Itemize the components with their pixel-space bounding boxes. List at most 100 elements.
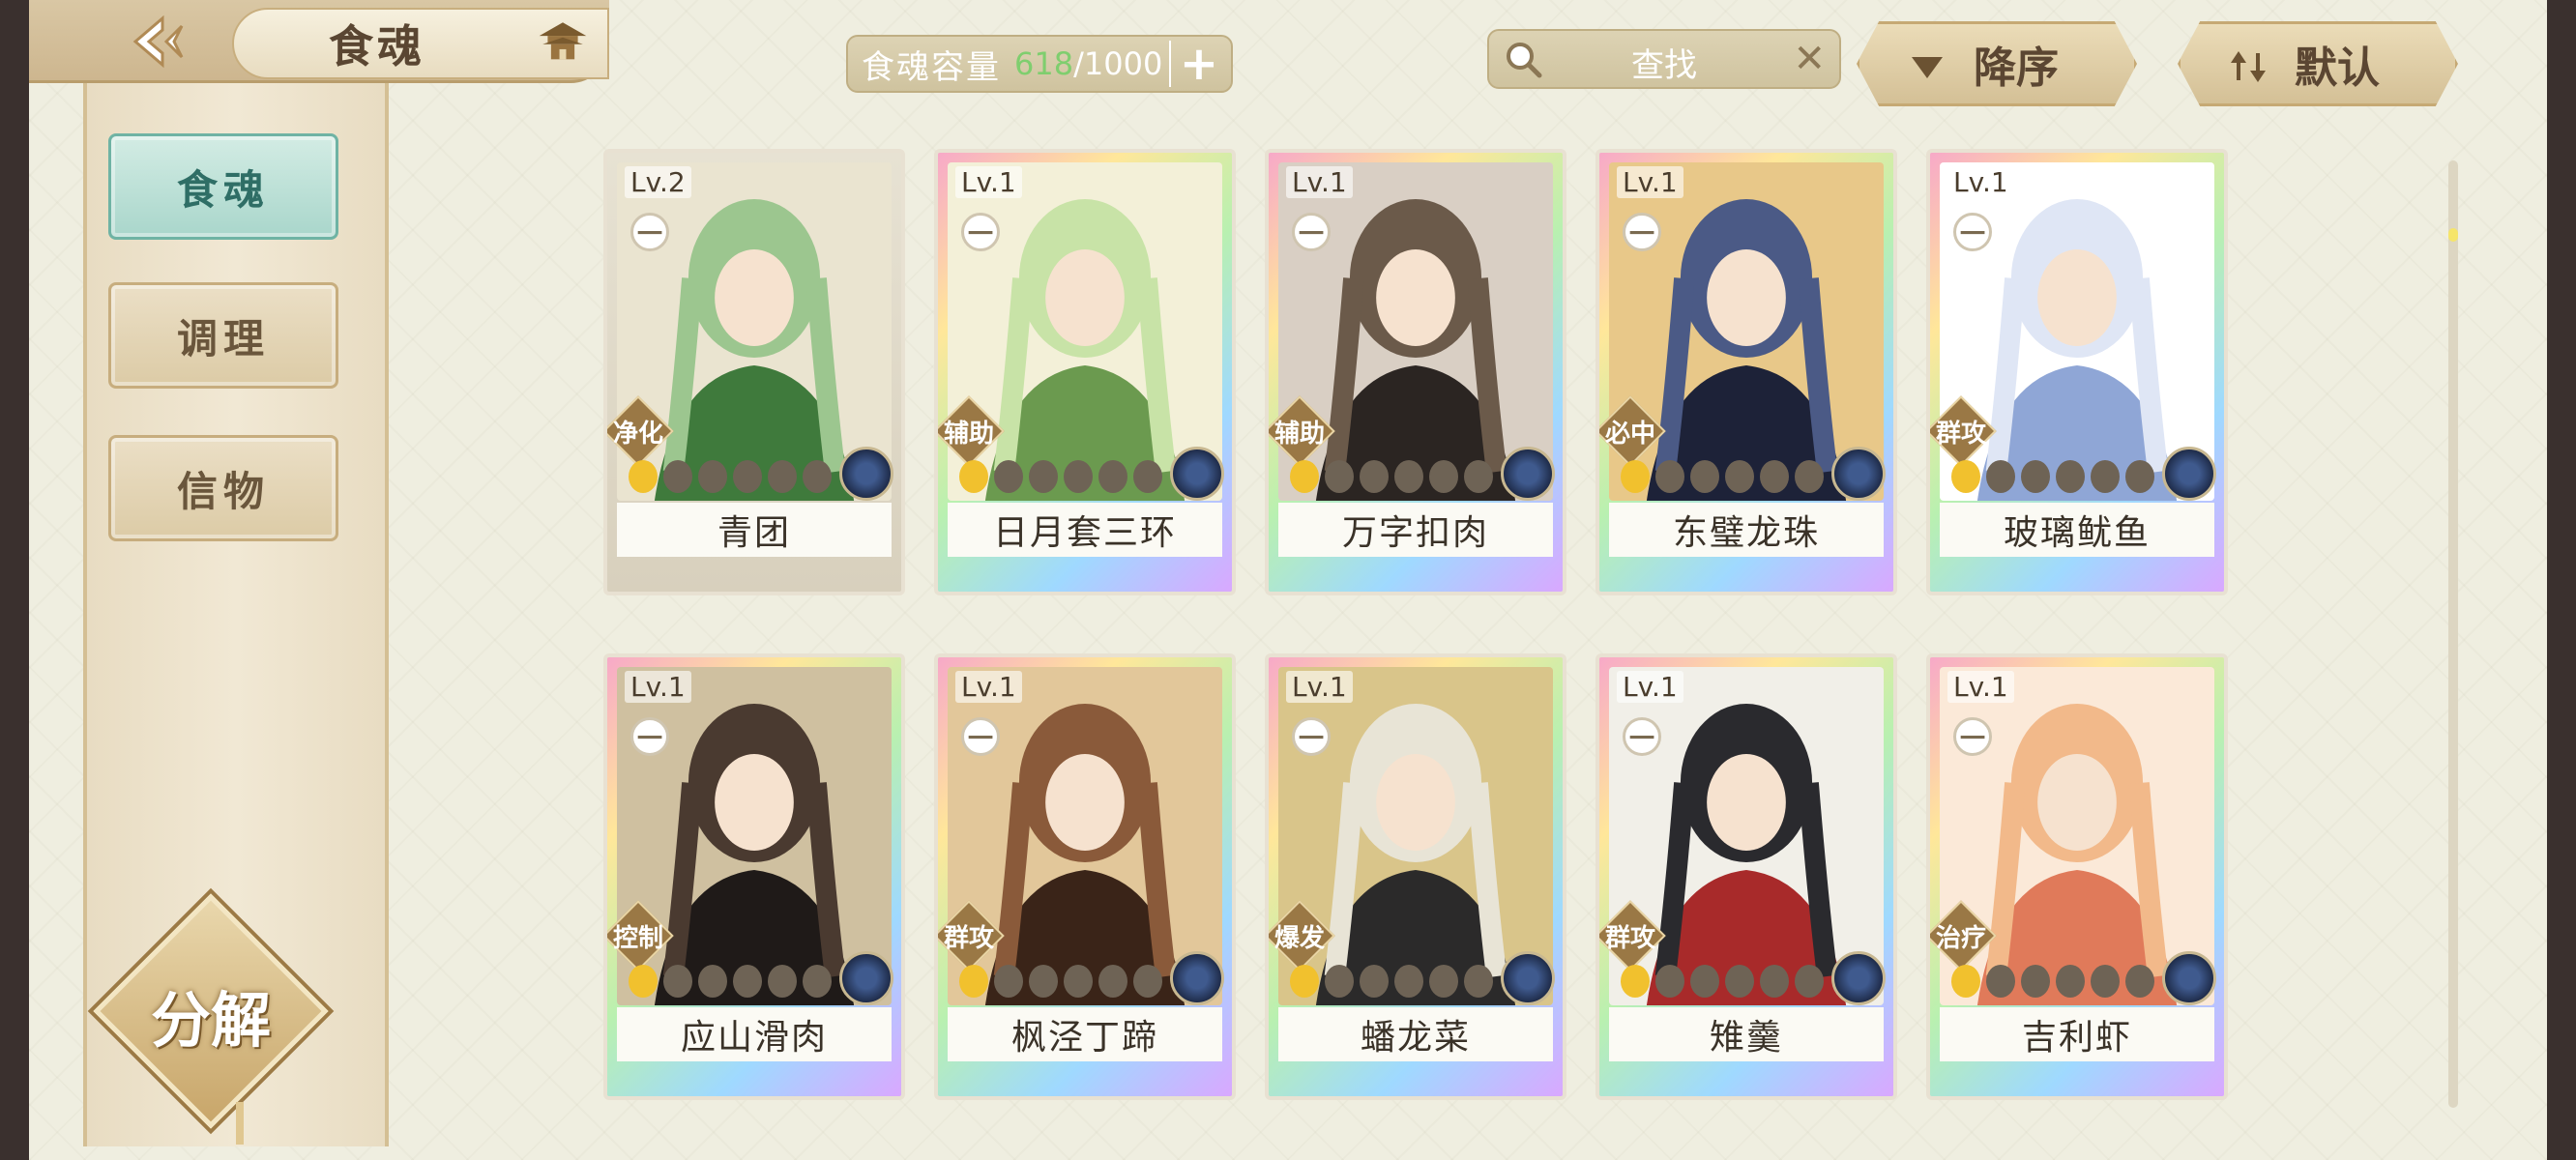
star-icon [994,965,1023,998]
role-label: 群攻 [1604,923,1655,953]
role-label: 净化 [612,419,663,449]
star-icon [2091,965,2120,998]
food-soul-name: 东璧龙珠 [1672,513,1820,553]
star-icon [994,460,1023,493]
level-badge: Lv.1 [625,671,691,703]
page-title: 食魂 [329,20,425,72]
star-icon [1725,965,1754,998]
food-soul-card[interactable]: Lv.1 一辅助 万字扣肉 [1265,149,1566,595]
capacity-indicator: 食魂容量 618 /1000 + [846,35,1233,93]
scrollbar-thumb[interactable] [2448,228,2458,242]
level-badge: Lv.1 [1617,671,1683,703]
element-icon [1170,951,1224,1005]
star-icon [803,965,832,998]
name-plate: 蟠龙菜 [1278,1007,1553,1061]
star-rating [1951,460,2154,493]
name-plate: 青团 [617,503,892,557]
back-arrow-icon [132,14,184,69]
tab-food-souls[interactable]: 食魂 [108,133,338,240]
food-soul-card[interactable]: Lv.1 一治疗 吉利虾 [1926,653,2228,1100]
star-icon [803,460,832,493]
star-rating [1290,965,1493,998]
element-icon [1501,447,1555,501]
role-label: 必中 [1604,419,1655,449]
grade-icon: 一 [1292,213,1331,251]
level-badge: Lv.1 [955,671,1022,703]
star-icon [733,965,762,998]
food-soul-card[interactable]: Lv.1 一群攻 枫泾丁蹄 [934,653,1236,1100]
star-icon [698,460,727,493]
tab-label: 食魂 [176,165,270,214]
food-soul-card[interactable]: Lv.1 一爆发 蟠龙菜 [1265,653,1566,1100]
role-label: 群攻 [943,923,994,953]
role-label: 辅助 [1273,419,1325,449]
star-rating [1621,965,1824,998]
star-icon [1325,460,1354,493]
star-icon [1429,965,1458,998]
search-input[interactable]: 查找 ✕ [1487,29,1841,89]
star-rating [1290,460,1493,493]
food-soul-card[interactable]: Lv.1 一群攻 玻璃鱿鱼 [1926,149,2228,595]
star-rating [629,965,832,998]
sort-order-button[interactable]: 降序 [1857,21,2137,106]
star-icon [768,460,797,493]
star-icon [1760,460,1789,493]
sort-default-button[interactable]: 默认 [2178,21,2458,106]
home-pavilion-icon[interactable] [532,14,594,72]
star-icon [1655,460,1684,493]
star-icon [2125,965,2154,998]
food-soul-card[interactable]: Lv.1 一辅助 日月套三环 [934,149,1236,595]
star-icon [1029,460,1058,493]
food-soul-card[interactable]: Lv.1 一控制 应山滑肉 [603,653,905,1100]
role-label: 治疗 [1935,923,1986,953]
star-icon [1360,460,1389,493]
grade-icon: 一 [1953,717,1992,756]
grade-icon: 一 [961,213,1000,251]
role-badge: 控制 [607,899,675,972]
food-soul-card[interactable]: Lv.1 一群攻 雉羹 [1595,653,1897,1100]
role-label: 群攻 [1935,419,1986,449]
food-soul-card[interactable]: Lv.2 一净化 青团 [603,149,905,595]
star-icon [733,460,762,493]
star-icon [1133,460,1162,493]
food-soul-card[interactable]: Lv.1 一必中 东璧龙珠 [1595,149,1897,595]
food-soul-name: 雉羹 [1709,1018,1783,1058]
grade-icon: 一 [630,213,669,251]
star-icon [1429,460,1458,493]
grade-icon: 一 [630,717,669,756]
level-badge: Lv.1 [1947,166,2014,198]
search-placeholder: 查找 [1631,46,1697,85]
food-soul-name: 青团 [717,513,791,553]
name-plate: 雉羹 [1609,1007,1884,1061]
element-icon [1831,447,1886,501]
sort-default-label: 默认 [2295,44,2380,93]
star-icon [2125,460,2154,493]
scrollbar[interactable] [2448,160,2458,1108]
star-icon [959,965,988,998]
name-plate: 玻璃鱿鱼 [1940,503,2214,557]
tab-tokens[interactable]: 信物 [108,435,338,541]
name-plate: 枫泾丁蹄 [948,1007,1222,1061]
star-icon [1690,965,1719,998]
element-icon [1831,951,1886,1005]
sort-toggle-icon [2231,51,2266,82]
food-soul-name: 蟠龙菜 [1360,1018,1471,1058]
element-icon [2162,447,2216,501]
tab-conditioning[interactable]: 调理 [108,282,338,389]
star-icon [663,965,692,998]
star-icon [1951,460,1980,493]
element-icon [839,951,893,1005]
expand-capacity-button[interactable]: + [1169,41,1227,87]
star-icon [2021,460,2050,493]
star-icon [1029,965,1058,998]
element-icon [1501,951,1555,1005]
role-label: 辅助 [943,419,994,449]
clear-icon[interactable]: ✕ [1793,37,1826,81]
role-badge: 群攻 [1599,899,1667,972]
star-icon [1325,965,1354,998]
back-button[interactable] [118,10,205,73]
star-icon [629,965,658,998]
star-icon [663,460,692,493]
level-badge: Lv.1 [1286,166,1353,198]
decompose-label[interactable]: 分解 [104,972,317,1058]
